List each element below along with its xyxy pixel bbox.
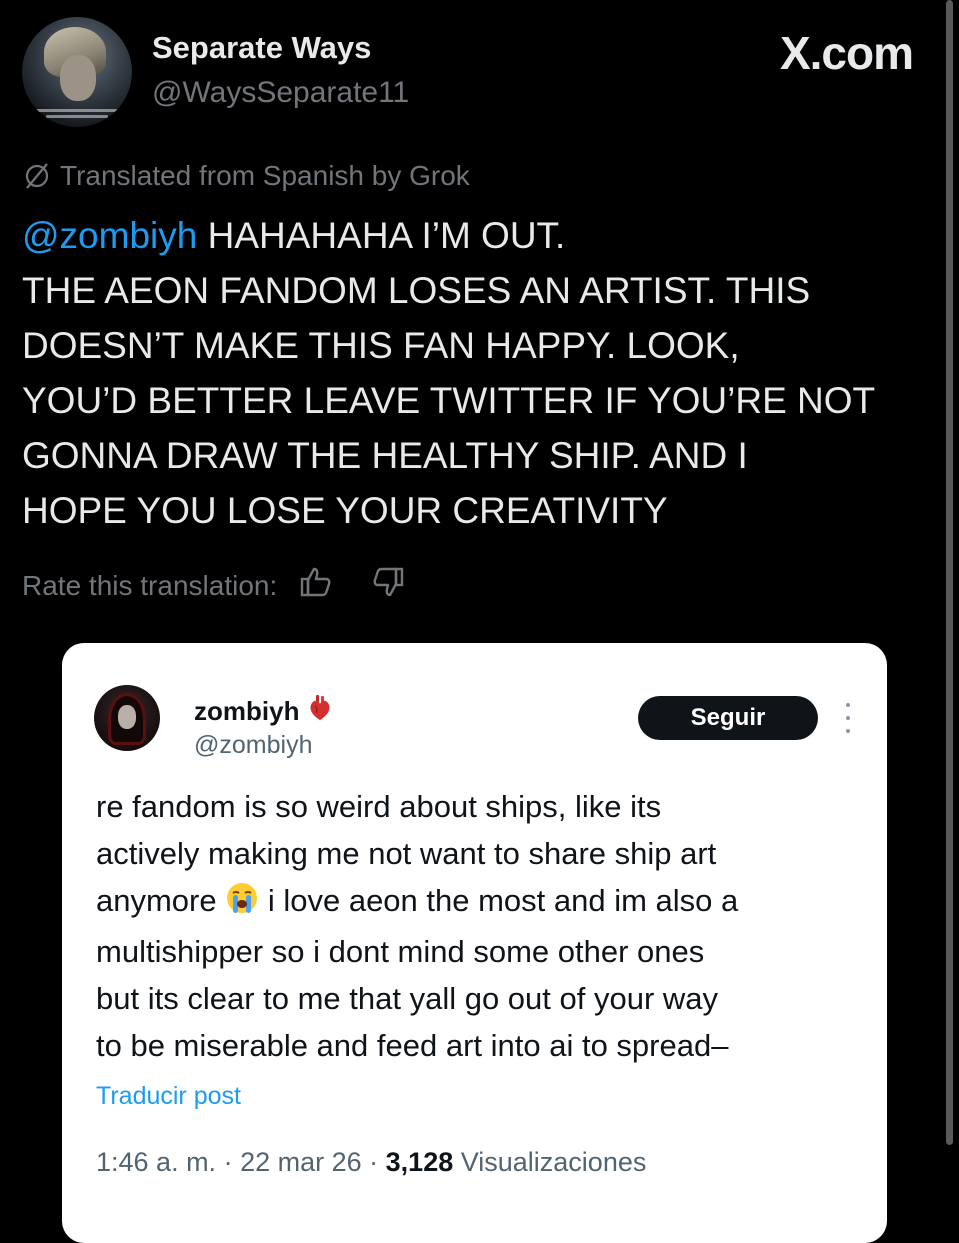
quoted-post-text: re fandom is so weird about ships, like … [96, 783, 871, 1069]
anatomical-heart-icon [307, 694, 333, 729]
views-label: Visualizaciones [453, 1147, 647, 1177]
tweet-text: @zombiyh HAHAHAHA I’M OUT. THE AEON FAND… [22, 208, 937, 538]
tweet-text-body: THE AEON FANDOM LOSES AN ARTIST. THIS DO… [22, 270, 876, 531]
thumbs-up-icon[interactable] [299, 565, 333, 606]
translate-post-link[interactable]: Traducir post [96, 1082, 241, 1111]
quoted-avatar[interactable] [94, 685, 160, 751]
post-metadata: 1:46 a. m. · 22 mar 26 · 3,128 Visualiza… [96, 1147, 646, 1178]
profile-avatar[interactable] [22, 17, 132, 127]
quoted-post-card[interactable]: zombiyh @zombiyh Seguir re fandom is so … [62, 643, 887, 1243]
quoted-display-name[interactable]: zombiyh [194, 696, 299, 727]
post-date[interactable]: 22 mar 26 [240, 1147, 362, 1177]
quoted-name-row[interactable]: zombiyh [194, 694, 333, 729]
translation-notice-text: Translated from Spanish by Grok [60, 160, 470, 191]
post-time[interactable]: 1:46 a. m. [96, 1147, 216, 1177]
display-name[interactable]: Separate Ways [152, 30, 371, 66]
follow-button[interactable]: Seguir [638, 696, 818, 740]
translate-icon [22, 161, 52, 191]
separator-dot: · [216, 1147, 241, 1177]
avatar-subtitle-line [36, 109, 118, 112]
more-options-icon[interactable] [844, 703, 852, 733]
tweet-text-first-line: HAHAHAHA I’M OUT. [197, 215, 566, 256]
translation-notice: Translated from Spanish by Grok [22, 160, 470, 192]
user-handle[interactable]: @WaysSeparate11 [152, 76, 409, 110]
thumbs-down-icon[interactable] [371, 565, 405, 606]
quoted-handle[interactable]: @zombiyh [194, 731, 312, 760]
separator-dot: · [361, 1147, 386, 1177]
loudly-crying-face-icon [225, 881, 259, 928]
x-logo: X.com [779, 27, 914, 79]
avatar-face [60, 55, 96, 101]
rate-translation-label: Rate this translation: [22, 569, 278, 601]
avatar-subtitle-line [46, 115, 108, 118]
views-count: 3,128 [385, 1147, 454, 1177]
avatar-face [118, 705, 136, 729]
mention-link[interactable]: @zombiyh [22, 215, 197, 256]
scrollbar[interactable] [946, 0, 953, 1145]
rate-translation: Rate this translation: [22, 565, 405, 606]
